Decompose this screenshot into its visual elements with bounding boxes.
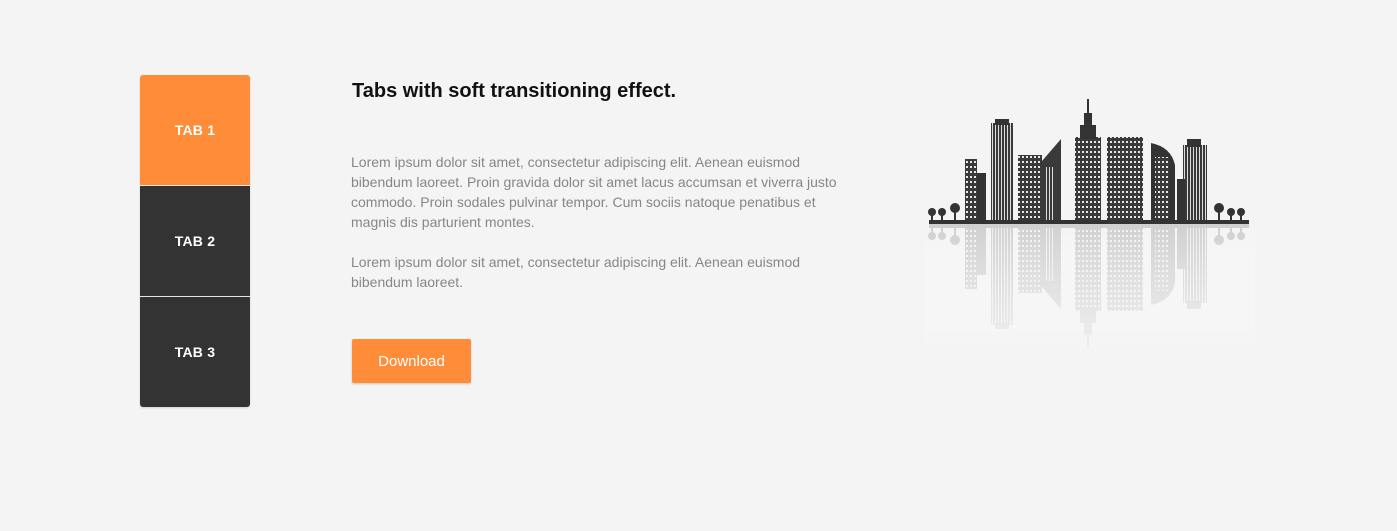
content-paragraph-1: Lorem ipsum dolor sit amet, consectetur … (351, 154, 837, 230)
tab-1[interactable]: TAB 1 (140, 75, 250, 185)
tab-2[interactable]: TAB 2 (140, 186, 250, 296)
download-button[interactable]: Download (352, 339, 471, 383)
tab-2-label: TAB 2 (174, 233, 216, 249)
content-heading: Tabs with soft transitioning effect. (352, 80, 677, 102)
tab-1-label: TAB 1 (174, 122, 216, 138)
content-paragraph-2: Lorem ipsum dolor sit amet, consectetur … (351, 254, 801, 290)
city-skyline-icon (925, 95, 1255, 355)
tab-list: TAB 1 TAB 2 TAB 3 (140, 75, 250, 407)
tab-3-label: TAB 3 (174, 344, 216, 360)
tab-3[interactable]: TAB 3 (140, 297, 250, 407)
